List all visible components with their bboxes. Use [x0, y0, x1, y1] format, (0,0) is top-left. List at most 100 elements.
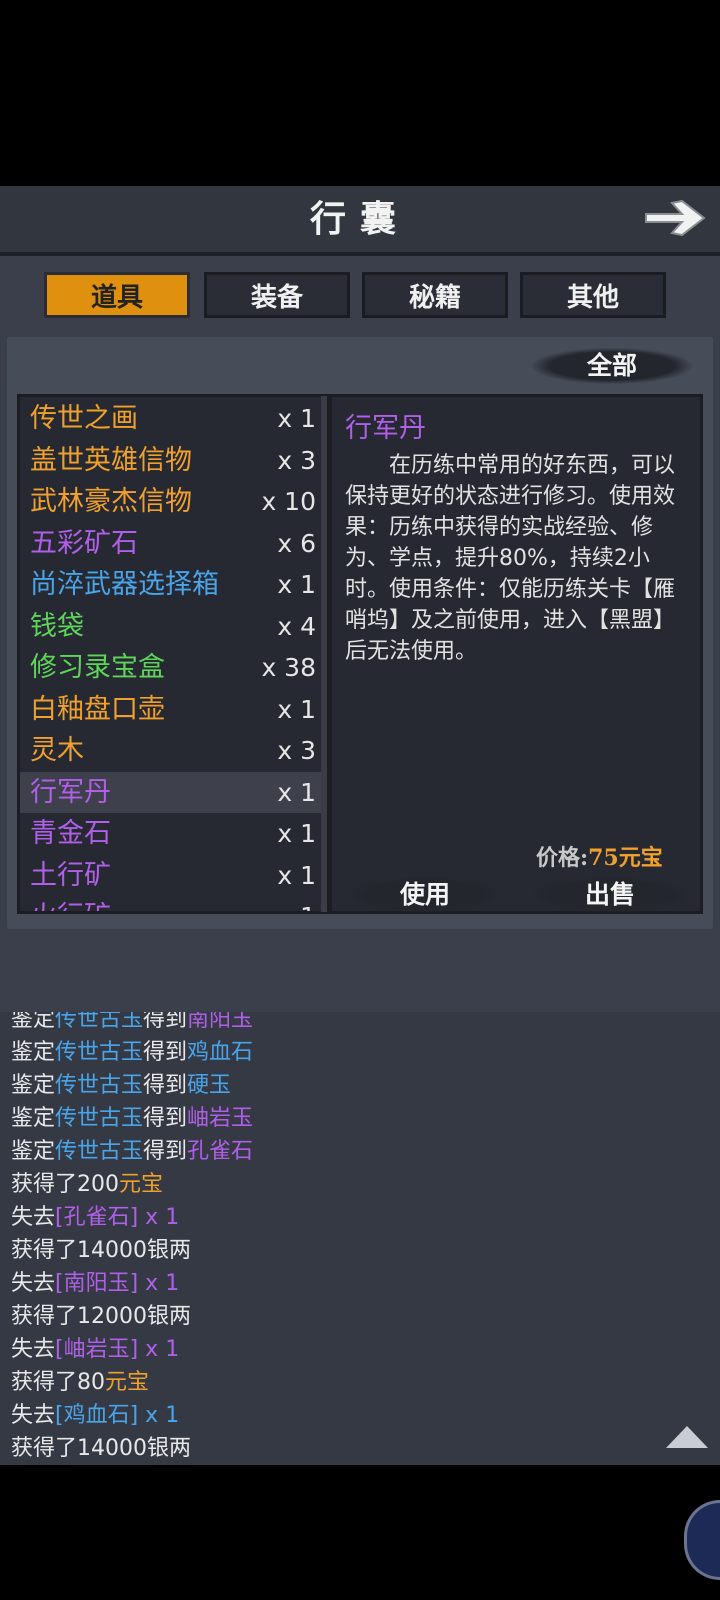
log-segment: 传世古玉 — [55, 1073, 144, 1098]
item-name: 钱袋 — [30, 610, 84, 642]
log-line: 失去[岫岩玉] x 1 — [11, 1334, 179, 1366]
log-segment: 元宝 — [119, 1172, 164, 1197]
use-button[interactable]: 使用 — [350, 877, 500, 913]
item-list[interactable]: 传世之画 x 1 盖世英雄信物 x 3 武林豪杰信物 x 10 五彩矿石 x 6 尚淬武器选择箱… — [17, 394, 329, 914]
log-segment: 获得了12000银两 — [11, 1304, 191, 1329]
item-name: 尚淬武器选择箱 — [30, 569, 219, 600]
menu-scroll-icon[interactable] — [684, 1500, 720, 1580]
log-line: 鉴定传世古玉得到孔雀石 — [11, 1136, 253, 1168]
item-name: 白釉盘口壶 — [30, 693, 165, 725]
arrow-right-icon — [645, 199, 706, 237]
item-count: x 3 — [277, 736, 316, 765]
page-title: 行囊 — [309, 198, 410, 240]
log-segment: 获得了200 — [11, 1172, 119, 1197]
item-list-scrollbar[interactable] — [321, 396, 327, 912]
item-name: 土行矿 — [30, 859, 111, 891]
log-line: 失去[孔雀石] x 1 — [11, 1202, 179, 1234]
close-arrow-button[interactable] — [642, 194, 708, 242]
tab-manuals[interactable]: 秘籍 — [362, 272, 508, 318]
item-name: 火行矿 — [30, 896, 111, 911]
list-item[interactable]: 白釉盘口壶 x 1 — [20, 689, 326, 730]
list-item[interactable]: 修习录宝盒 x 38 — [20, 647, 326, 688]
list-item[interactable]: 尚淬武器选择箱 x 1 — [20, 564, 326, 605]
log-segment: 鉴定 — [11, 1139, 56, 1164]
log-segment: 硬玉 — [187, 1073, 232, 1098]
price-value: 75元宝 — [588, 845, 663, 871]
log-segment: 鉴定 — [11, 1012, 56, 1032]
item-name: 灵木 — [30, 735, 84, 766]
log-line: 获得了80元宝 — [11, 1367, 149, 1399]
log-segment: 失去 — [11, 1271, 56, 1296]
item-detail-name: 行军丹 — [345, 413, 426, 444]
log-segment: [孔雀石] x 1 — [55, 1205, 180, 1230]
item-price: 价格:75元宝 — [536, 840, 663, 872]
item-count: x 1 — [277, 570, 316, 599]
item-count: x 1 — [277, 777, 316, 807]
list-item[interactable]: 火行矿 x 1 — [20, 896, 326, 911]
item-name: 行军丹 — [30, 776, 111, 808]
bag-window: 行囊 道具 装备 秘籍 其他 全部 传世之画 x 1 盖世英雄信物 x 3 武林豪杰信物… — [0, 186, 720, 1012]
log-segment: [鸡血石] x 1 — [55, 1403, 180, 1428]
item-count: x 38 — [261, 653, 316, 682]
log-segment: 鉴定 — [11, 1106, 56, 1131]
list-item[interactable]: 钱袋 x 4 — [20, 606, 326, 647]
item-count: x 1 — [277, 896, 316, 911]
log-line: 获得了14000银两 — [11, 1235, 191, 1267]
log-segment: 获得了80 — [11, 1370, 105, 1395]
log-line: 获得了14000银两 — [11, 1433, 191, 1465]
log-segment: 获得了14000银两 — [11, 1436, 191, 1461]
item-count: x 3 — [277, 445, 316, 475]
log-line: 鉴定传世古玉得到岫岩玉 — [11, 1103, 253, 1135]
log-line: 鉴定传世古玉得到南阳玉 — [11, 1012, 253, 1036]
item-name: 修习录宝盒 — [30, 652, 165, 683]
list-item[interactable]: 行军丹 x 1 — [20, 771, 326, 813]
log-segment: 传世古玉 — [55, 1106, 144, 1131]
list-item[interactable]: 五彩矿石 x 6 — [20, 523, 326, 564]
log-segment: 孔雀石 — [187, 1139, 254, 1164]
log-segment: 失去 — [11, 1205, 56, 1230]
tab-items[interactable]: 道具 — [44, 272, 190, 318]
item-detail-description: 在历练中常用的好东西，可以保持更好的状态进行修习。使用效果：历练中获得的实战经验… — [345, 453, 676, 664]
item-count: x 10 — [261, 487, 316, 516]
list-item[interactable]: 武林豪杰信物 x 10 — [20, 481, 326, 522]
log-segment: 得到 — [143, 1040, 188, 1065]
item-name: 五彩矿石 — [30, 527, 138, 559]
title-bar: 行囊 — [0, 186, 720, 256]
log-line: 失去[南阳玉] x 1 — [11, 1268, 179, 1300]
log-segment: 元宝 — [105, 1370, 150, 1395]
log-segment: 失去 — [11, 1403, 56, 1428]
list-item[interactable]: 盖世英雄信物 x 3 — [20, 440, 326, 481]
item-count: x 4 — [277, 611, 316, 641]
filter-all-button[interactable]: 全部 — [532, 348, 692, 384]
log-segment: 传世古玉 — [55, 1012, 144, 1032]
message-log[interactable]: 鉴定传世古玉得到南阳玉 鉴定传世古玉得到鸡血石 鉴定传世古玉得到硬玉 鉴定传世古玉得到… — [0, 1012, 720, 1465]
log-segment: 鉴定 — [11, 1073, 56, 1098]
log-segment: 南阳玉 — [187, 1012, 254, 1032]
item-name: 青金石 — [30, 818, 111, 849]
item-count: x 6 — [277, 528, 316, 558]
log-segment: 得到 — [143, 1106, 188, 1131]
tab-equipment[interactable]: 装备 — [204, 272, 350, 318]
log-segment: 鸡血石 — [187, 1040, 254, 1065]
item-count: x 1 — [277, 860, 316, 890]
item-count: x 1 — [277, 819, 316, 848]
log-segment: 得到 — [143, 1012, 188, 1032]
item-count: x 1 — [277, 404, 316, 433]
item-name: 传世之画 — [30, 403, 138, 434]
list-item[interactable]: 传世之画 x 1 — [20, 398, 326, 439]
log-segment: 失去 — [11, 1337, 56, 1362]
list-item[interactable]: 青金石 x 1 — [20, 813, 326, 854]
list-item[interactable]: 土行矿 x 1 — [20, 855, 326, 896]
price-label: 价格: — [536, 845, 589, 871]
sell-button[interactable]: 出售 — [532, 877, 688, 913]
list-item[interactable]: 灵木 x 3 — [20, 730, 326, 771]
log-segment: 传世古玉 — [55, 1040, 144, 1065]
item-name: 武林豪杰信物 — [30, 486, 192, 517]
log-line: 鉴定传世古玉得到硬玉 — [11, 1070, 231, 1102]
log-segment: 得到 — [143, 1139, 188, 1164]
log-line: 失去[鸡血石] x 1 — [11, 1400, 179, 1432]
triangle-up-icon[interactable] — [666, 1426, 708, 1448]
log-segment: 鉴定 — [11, 1040, 56, 1065]
tab-other[interactable]: 其他 — [520, 272, 666, 318]
log-line: 获得了12000银两 — [11, 1301, 191, 1333]
